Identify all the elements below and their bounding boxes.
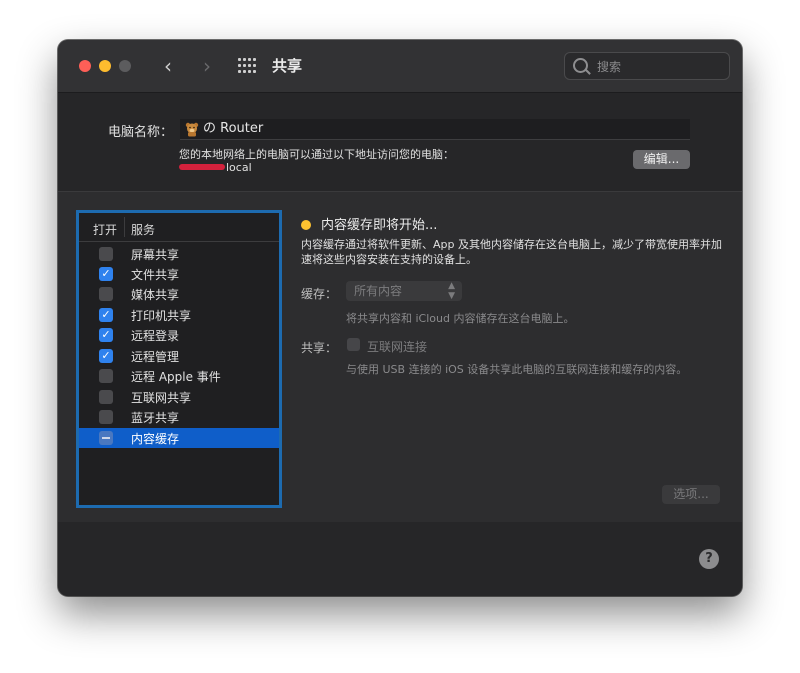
computer-name-section: 电脑名称： の Router 您的本地网络上的电脑可以通过以下地址访问您的电脑：… <box>58 93 742 191</box>
service-checkbox[interactable] <box>99 369 113 383</box>
service-label: 远程管理 <box>131 350 180 364</box>
cache-select[interactable]: 所有内容 ▲ ▼ <box>346 281 462 301</box>
service-description: 内容缓存通过将软件更新、App 及其他内容储存在这台电脑上，减少了带宽使用率并加… <box>301 238 722 266</box>
column-header-service[interactable]: 服务 <box>131 221 155 238</box>
service-label: 蓝牙共享 <box>131 411 180 425</box>
service-label: 内容缓存 <box>131 432 180 446</box>
service-label: 互联网共享 <box>131 391 192 405</box>
computer-name-value: の Router <box>203 121 264 136</box>
forward-chevron-icon[interactable]: › <box>197 54 217 78</box>
services-list-header: 打开 服务 <box>79 213 279 242</box>
service-row-printer-sharing[interactable]: ✓ 打印机共享 <box>79 305 279 325</box>
service-checkbox[interactable]: ✓ <box>99 267 113 281</box>
service-row-media-sharing[interactable]: 媒体共享 <box>79 284 279 304</box>
bottom-bar: ? <box>58 522 742 596</box>
updown-chevron-icon: ▲ ▼ <box>448 281 455 301</box>
service-row-internet-sharing[interactable]: 互联网共享 <box>79 387 279 407</box>
service-row-remote-apple-events[interactable]: 远程 Apple 事件 <box>79 366 279 386</box>
service-row-file-sharing[interactable]: ✓ 文件共享 <box>79 264 279 284</box>
service-label: 打印机共享 <box>131 309 192 323</box>
computer-name-label: 电脑名称： <box>108 125 174 140</box>
internet-connection-label: 互联网连接 <box>367 340 428 354</box>
service-row-remote-login[interactable]: ✓ 远程登录 <box>79 325 279 345</box>
service-row-remote-management[interactable]: ✓ 远程管理 <box>79 346 279 366</box>
service-checkbox[interactable] <box>99 247 113 261</box>
service-label: 屏幕共享 <box>131 248 180 262</box>
options-button[interactable]: 选项... <box>662 485 720 504</box>
bear-emoji-icon <box>185 122 199 137</box>
close-window-button[interactable] <box>79 60 91 72</box>
service-label: 远程登录 <box>131 329 180 343</box>
service-checkbox[interactable] <box>99 287 113 301</box>
search-icon <box>573 58 588 73</box>
column-header-open[interactable]: 打开 <box>93 221 117 238</box>
show-all-grid-icon[interactable] <box>238 58 256 74</box>
back-chevron-icon[interactable]: ‹ <box>158 54 178 78</box>
help-button[interactable]: ? <box>699 549 719 569</box>
minimize-window-button[interactable] <box>99 60 111 72</box>
redaction-mark <box>179 164 225 170</box>
service-checkbox[interactable]: ✓ <box>99 308 113 322</box>
status-title: 内容缓存即将开始... <box>321 218 438 233</box>
service-label: 媒体共享 <box>131 288 180 302</box>
service-label: 远程 Apple 事件 <box>131 370 221 384</box>
internet-connection-checkbox[interactable] <box>347 338 360 351</box>
computer-name-field[interactable]: の Router <box>180 119 690 140</box>
service-checkbox[interactable]: ✓ <box>99 328 113 342</box>
service-row-screen-sharing[interactable]: 屏幕共享 <box>79 244 279 264</box>
sharing-main-section: 打开 服务 屏幕共享 ✓ 文件共享 媒体共享 ✓ 打印机共享 ✓ 远程登录 ✓ … <box>58 191 742 523</box>
services-list[interactable]: 打开 服务 屏幕共享 ✓ 文件共享 媒体共享 ✓ 打印机共享 ✓ 远程登录 ✓ … <box>76 210 282 508</box>
search-box[interactable] <box>564 52 730 80</box>
service-checkbox[interactable] <box>99 390 113 404</box>
cache-hint: 将共享内容和 iCloud 内容储存在这台电脑上。 <box>346 312 575 325</box>
share-hint: 与使用 USB 连接的 iOS 设备共享此电脑的互联网连接和缓存的内容。 <box>346 363 688 376</box>
local-address-suffix: local <box>226 161 252 174</box>
edit-button[interactable]: 编辑... <box>633 150 690 169</box>
status-indicator-dot <box>301 220 311 230</box>
sharing-window: ‹ › 共享 电脑名称： の Router 您的本地网络上 <box>58 40 742 596</box>
title-bar: ‹ › 共享 <box>58 40 742 93</box>
cache-label: 缓存： <box>301 287 338 301</box>
service-checkbox[interactable]: ✓ <box>99 349 113 363</box>
service-label: 文件共享 <box>131 268 180 282</box>
zoom-window-button[interactable] <box>119 60 131 72</box>
service-checkbox[interactable] <box>99 410 113 424</box>
service-row-bluetooth-sharing[interactable]: 蓝牙共享 <box>79 407 279 427</box>
service-row-content-caching[interactable]: 内容缓存 <box>79 428 279 448</box>
address-description: 您的本地网络上的电脑可以通过以下地址访问您的电脑： <box>179 148 454 161</box>
service-checkbox[interactable] <box>99 431 113 445</box>
column-divider <box>124 217 125 237</box>
share-label: 共享： <box>301 341 338 355</box>
window-title: 共享 <box>272 57 303 75</box>
local-address: local <box>179 161 252 174</box>
search-input[interactable] <box>595 56 727 78</box>
cache-select-value: 所有内容 <box>354 284 403 298</box>
